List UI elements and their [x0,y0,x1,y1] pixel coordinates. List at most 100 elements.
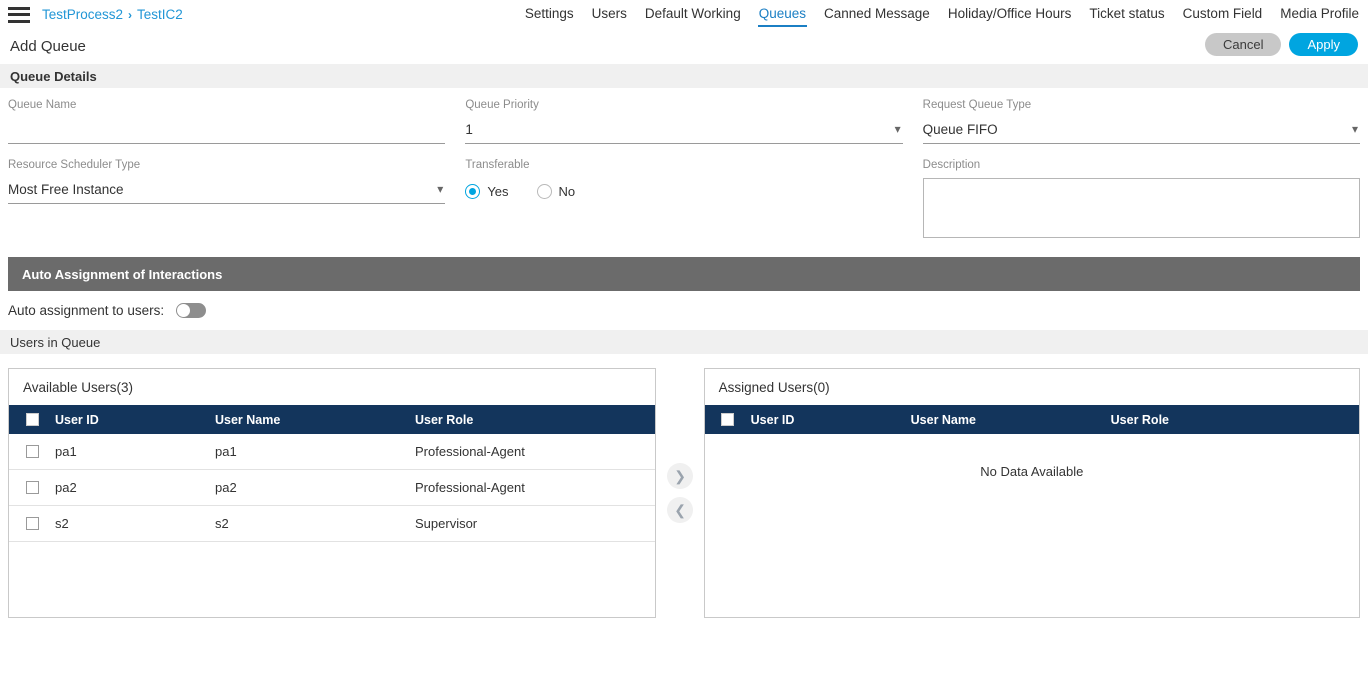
assigned-users-empty-message: No Data Available [980,464,1084,479]
available-users-panel: Available Users(3) User ID User Name Use… [8,368,657,618]
queue-priority-value[interactable] [465,118,903,144]
auto-assignment-row: Auto assignment to users: [0,291,1368,330]
main-nav-tabs: Settings Users Default Working Queues Ca… [516,0,1368,29]
radio-unselected-icon [536,183,552,199]
move-right-button[interactable]: ❯ [667,463,694,489]
radio-selected-icon [465,183,481,199]
transferable-field: Transferable Yes No [465,158,902,204]
cell-user-id: pa2 [55,480,77,495]
assigned-users-table-body: No Data Available [705,434,1359,617]
page-header: Add Queue Cancel Apply [0,29,1368,64]
cell-user-role: Supervisor [415,516,478,531]
resource-scheduler-type-value[interactable] [8,178,446,204]
request-queue-type-select[interactable]: ▾ [922,118,1360,144]
assigned-users-table-header: User ID User Name User Role [704,405,1359,434]
request-queue-type-label: Request Queue Type [922,99,1032,111]
transferable-option-yes[interactable]: Yes [465,183,509,199]
assigned-select-all-cell [705,413,751,426]
breadcrumb-current[interactable]: TestIC2 [137,7,183,22]
tab-users[interactable]: Users [583,5,636,22]
cell-user-name: s2 [215,516,229,531]
form-column-right: Request Queue Type ▾ Description [922,98,1360,257]
transferable-label: Transferable [465,159,530,171]
row-select-cell [9,517,55,530]
tab-media-profile[interactable]: Media Profile [1271,5,1368,22]
tab-custom-field[interactable]: Custom Field [1174,5,1272,22]
queue-priority-select[interactable]: ▾ [465,118,903,144]
queue-priority-label: Queue Priority [465,99,539,111]
auto-assignment-section-title: Auto Assignment of Interactions [8,257,1360,291]
table-row[interactable]: s2 s2 Supervisor [9,506,656,542]
description-input[interactable] [922,178,1360,238]
request-queue-type-field: Request Queue Type ▾ [922,98,1360,144]
column-user-id: User ID [750,412,795,427]
transfer-buttons: ❯ ❮ [656,368,703,618]
queue-details-section-title: Queue Details [0,64,1368,88]
toggle-knob [177,304,191,317]
resource-scheduler-type-label: Resource Scheduler Type [8,159,141,171]
table-row[interactable]: pa2 pa2 Professional-Agent [9,470,656,506]
tab-settings[interactable]: Settings [516,5,583,22]
page-title: Add Queue [10,38,86,55]
row-checkbox[interactable] [25,481,39,494]
header-actions: Cancel Apply [1205,33,1358,56]
assigned-users-title: Assigned Users(0) [718,379,830,395]
users-dual-list: Available Users(3) User ID User Name Use… [0,368,1368,618]
transferable-no-label: No [558,183,576,199]
cell-user-id: s2 [55,516,69,531]
row-checkbox[interactable] [25,517,39,530]
tab-canned-message[interactable]: Canned Message [815,5,939,22]
select-all-checkbox[interactable] [721,413,735,426]
transferable-option-no[interactable]: No [536,183,576,199]
breadcrumb-separator-icon: › [128,7,133,22]
breadcrumb-root[interactable]: TestProcess2 [42,7,123,22]
select-all-checkbox[interactable] [25,413,39,426]
available-users-title: Available Users(3) [23,379,134,395]
available-users-table-header: User ID User Name User Role [9,405,656,434]
cell-user-name: pa2 [215,480,237,495]
users-in-queue-section-title: Users in Queue [0,330,1368,354]
tab-queues[interactable]: Queues [750,5,815,27]
move-left-button[interactable]: ❮ [667,497,694,523]
queue-name-field: Queue Name [8,98,446,144]
cell-user-name: pa1 [215,444,237,459]
resource-scheduler-type-select[interactable]: ▾ [8,178,446,204]
row-checkbox[interactable] [25,445,39,458]
auto-assignment-toggle-label: Auto assignment to users: [8,303,165,318]
tab-ticket-status[interactable]: Ticket status [1080,5,1173,22]
available-users-table-body: pa1 pa1 Professional-Agent pa2 pa2 Profe… [9,434,656,617]
available-select-all-cell [9,413,55,426]
column-user-id: User ID [55,412,99,427]
transferable-yes-label: Yes [487,183,509,199]
column-user-role: User Role [415,412,474,427]
cell-user-role: Professional-Agent [415,444,525,459]
tab-holiday-office-hours[interactable]: Holiday/Office Hours [939,5,1081,22]
column-user-name: User Name [215,412,281,427]
row-select-cell [9,481,55,494]
description-label: Description [922,159,981,171]
tab-default-working[interactable]: Default Working [636,5,750,22]
top-bar: TestProcess2 › TestIC2 Settings Users De… [0,0,1368,29]
transferable-radio-group: Yes No [465,178,902,204]
breadcrumb: TestProcess2 › TestIC2 [42,7,183,22]
form-column-middle: Queue Priority ▾ Transferable Yes No [465,98,903,257]
assigned-users-panel: Assigned Users(0) User ID User Name User… [703,368,1360,618]
auto-assignment-toggle[interactable] [176,303,207,318]
row-select-cell [9,445,55,458]
column-user-name: User Name [910,412,976,427]
queue-name-input[interactable] [8,118,446,144]
queue-priority-field: Queue Priority ▾ [465,98,903,144]
request-queue-type-value[interactable] [922,118,1360,144]
hamburger-icon[interactable] [8,6,30,23]
cell-user-role: Professional-Agent [415,480,525,495]
apply-button[interactable]: Apply [1289,33,1358,56]
cancel-button[interactable]: Cancel [1205,33,1282,56]
queue-details-form: Queue Name Resource Scheduler Type ▾ Que… [0,88,1368,257]
resource-scheduler-type-field: Resource Scheduler Type ▾ [8,158,446,204]
table-row[interactable]: pa1 pa1 Professional-Agent [9,434,656,470]
description-field: Description [922,158,1360,243]
cell-user-id: pa1 [55,444,77,459]
form-column-left: Queue Name Resource Scheduler Type ▾ [8,98,446,257]
column-user-role: User Role [1110,412,1169,427]
queue-name-label: Queue Name [8,99,77,111]
